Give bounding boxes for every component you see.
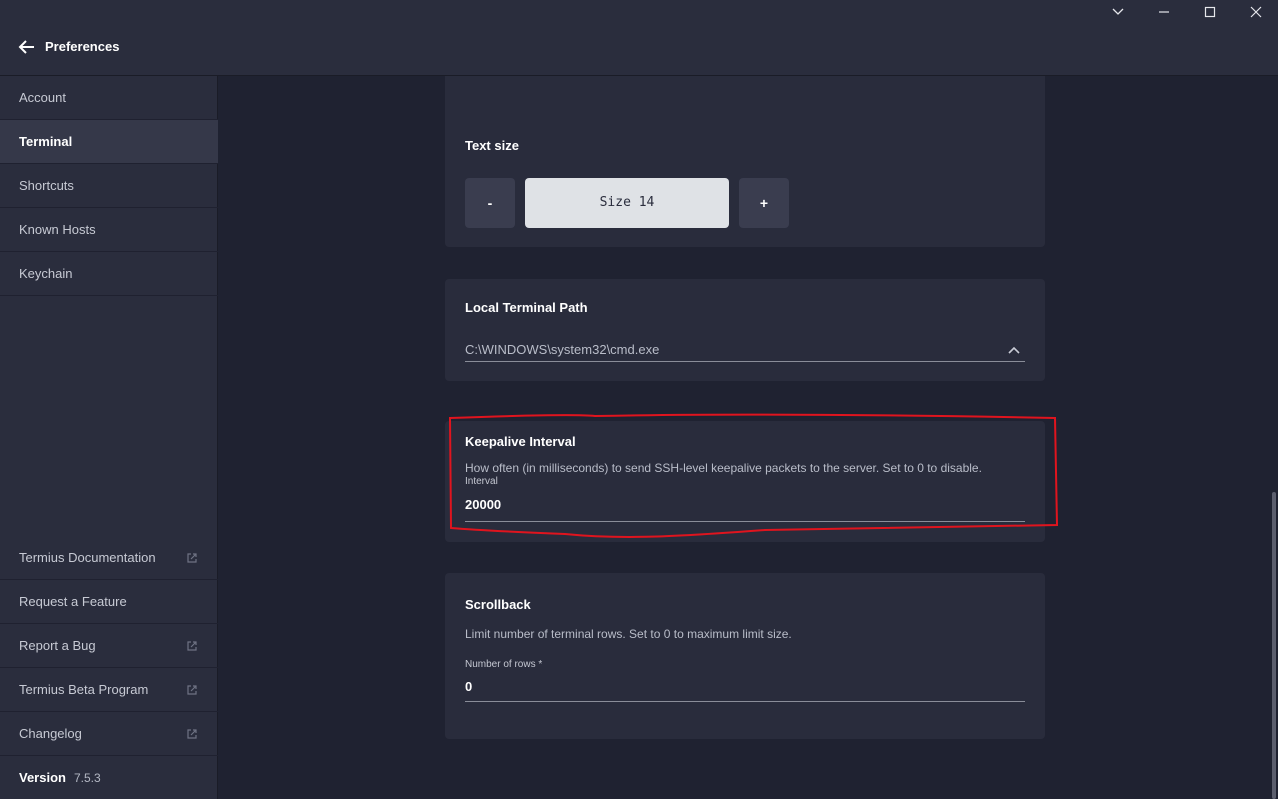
sidebar-link-beta-program[interactable]: Termius Beta Program <box>0 668 218 712</box>
sidebar-item-terminal[interactable]: Terminal <box>0 120 218 164</box>
increase-size-button[interactable]: + <box>739 178 789 228</box>
sidebar-item-account[interactable]: Account <box>0 76 218 120</box>
scrollback-title: Scrollback <box>465 597 531 612</box>
sidebar-link-report-bug[interactable]: Report a Bug <box>0 624 218 668</box>
sidebar-link-label: Changelog <box>19 726 82 741</box>
local-terminal-title: Local Terminal Path <box>465 300 588 315</box>
rows-input[interactable]: 0 <box>465 679 472 694</box>
sidebar: Account Terminal Shortcuts Known Hosts K… <box>0 76 218 799</box>
rows-label: Number of rows * <box>465 659 543 670</box>
interval-label: Interval <box>465 476 498 487</box>
interval-underline <box>465 521 1025 522</box>
text-size-title: Text size <box>465 138 519 153</box>
maximize-icon[interactable] <box>1195 2 1225 22</box>
sidebar-item-label: Keychain <box>19 266 73 281</box>
external-link-icon <box>187 685 197 695</box>
sidebar-link-request-feature[interactable]: Request a Feature <box>0 580 218 624</box>
version-number: 7.5.3 <box>73 771 101 785</box>
sidebar-item-label: Terminal <box>19 134 73 149</box>
external-link-icon <box>187 641 197 651</box>
sidebar-link-label: Termius Documentation <box>19 550 156 565</box>
sidebar-item-keychain[interactable]: Keychain <box>0 252 218 296</box>
sidebar-link-changelog[interactable]: Changelog <box>0 712 218 756</box>
sidebar-item-shortcuts[interactable]: Shortcuts <box>0 164 218 208</box>
keepalive-title: Keepalive Interval <box>465 434 576 449</box>
external-link-icon <box>187 553 197 563</box>
rows-underline <box>465 701 1025 702</box>
close-icon[interactable] <box>1241 2 1271 22</box>
sidebar-link-documentation[interactable]: Termius Documentation <box>0 536 218 580</box>
external-link-icon <box>187 729 197 739</box>
page-title: Preferences <box>45 39 120 54</box>
sidebar-link-label: Termius Beta Program <box>19 682 149 697</box>
text-size-card: Text size - Size 14 + <box>445 76 1045 247</box>
scrollback-description: Limit number of terminal rows. Set to 0 … <box>465 627 792 641</box>
terminal-path-select[interactable]: C:\WINDOWS\system32\cmd.exe <box>465 342 659 357</box>
chevron-down-icon[interactable] <box>1103 2 1133 22</box>
sidebar-item-label: Shortcuts <box>19 178 74 193</box>
version-info: Version 7.5.3 <box>19 770 101 785</box>
sidebar-link-label: Request a Feature <box>19 594 127 609</box>
scrollback-card: Scrollback Limit number of terminal rows… <box>445 573 1045 739</box>
local-terminal-card: Local Terminal Path C:\WINDOWS\system32\… <box>445 279 1045 381</box>
keepalive-description: How often (in milliseconds) to send SSH-… <box>465 461 982 475</box>
decrease-size-button[interactable]: - <box>465 178 515 228</box>
title-bar: Preferences <box>0 0 1278 76</box>
interval-input[interactable]: 20000 <box>465 497 501 512</box>
sidebar-item-known-hosts[interactable]: Known Hosts <box>0 208 218 252</box>
chevron-up-icon[interactable] <box>1007 343 1021 357</box>
scrollbar[interactable] <box>1272 492 1276 799</box>
sidebar-item-label: Account <box>19 90 66 105</box>
sidebar-link-label: Report a Bug <box>19 638 96 653</box>
terminal-path-underline <box>465 361 1025 362</box>
sidebar-item-label: Known Hosts <box>19 222 96 237</box>
back-arrow-icon[interactable] <box>18 38 38 58</box>
keepalive-card: Keepalive Interval How often (in millise… <box>445 421 1045 542</box>
version-label: Version <box>19 770 66 785</box>
minimize-icon[interactable] <box>1149 2 1179 22</box>
text-size-display: Size 14 <box>525 178 729 228</box>
